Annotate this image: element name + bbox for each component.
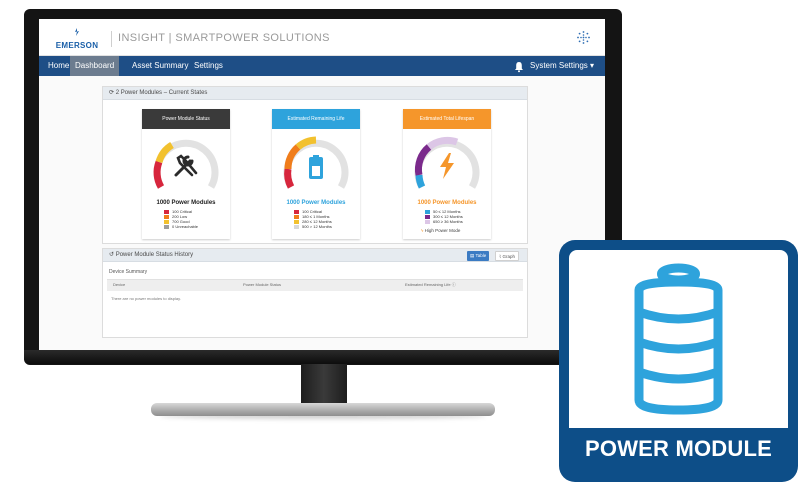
card-header: Estimated Total Lifespan — [403, 109, 491, 129]
legend-item: 650 ≥ 36 Months — [425, 219, 463, 224]
battery-icon — [309, 155, 323, 179]
header-divider — [111, 31, 112, 47]
panel-title: ↺ Power Module Status History — [109, 251, 193, 258]
status-gauge — [153, 139, 219, 189]
remaining-life-gauge — [283, 136, 349, 189]
remaining-life-legend: 100 Critical 180 ≤ 1 Months 280 ≤ 12 Mon… — [294, 209, 332, 229]
emerson-logo-mark-icon — [52, 27, 102, 40]
status-history-title: Power Module Status History — [115, 252, 194, 258]
table-view-button[interactable]: ▤ Table — [467, 251, 490, 261]
history-icon: ↺ — [109, 252, 115, 258]
app-title: INSIGHT | SMARTPOWER SOLUTIONS — [118, 32, 330, 44]
graph-icon: ⌇ — [499, 254, 502, 259]
swatch — [164, 224, 169, 229]
monitor-chin — [24, 350, 622, 364]
system-settings-dropdown[interactable]: System Settings ▾ — [530, 56, 594, 76]
card-count: 1000 Power Modules — [156, 200, 216, 206]
lifespan-legend: 50 ≤ 12 Months 300 ≤ 12 Months 650 ≥ 36 … — [425, 209, 463, 224]
card-header: Estimated Remaining Life — [272, 109, 360, 129]
panel-header: ↺ Power Module Status History ▤ Table ⌇ … — [103, 249, 527, 262]
graph-view-button[interactable]: ⌇ Graph — [495, 251, 519, 261]
nav-asset-summary[interactable]: Asset Summary — [127, 56, 193, 76]
high-power-mode: ϟ High Power Mode — [421, 228, 461, 233]
main-nav: Home Dashboard Asset Summary Settings Sy… — [39, 56, 605, 76]
tile-label: POWER MODULE — [585, 436, 772, 461]
tile-icon-area — [569, 250, 788, 428]
column-estimated-remaining-life[interactable]: Estimated Remaining Life ⓘ — [405, 282, 456, 288]
lightning-icon — [440, 153, 454, 179]
monitor-stand-base — [151, 403, 495, 416]
empty-table-message: There are no power modules to display. — [111, 296, 181, 301]
lifespan-gauge — [414, 136, 480, 189]
tools-icon — [174, 154, 198, 177]
card-power-module-status[interactable]: Power Module Status 1000 Power Modules 1… — [142, 109, 230, 239]
table-icon: ▤ — [470, 253, 475, 258]
panel-title: ⟳ 2 Power Modules – Current States — [109, 89, 207, 96]
refresh-icon: ⟳ — [109, 90, 115, 96]
globe-icon[interactable] — [576, 30, 591, 45]
table-header: Device Power Module Status Estimated Rem… — [107, 280, 523, 291]
card-estimated-remaining-life[interactable]: Estimated Remaining Life 1000 Power Modu… — [272, 109, 360, 239]
column-power-module-status[interactable]: Power Module Status — [243, 282, 281, 287]
lightning-small-icon: ϟ — [421, 228, 424, 233]
nav-dashboard[interactable]: Dashboard — [70, 56, 120, 76]
status-history-panel: ↺ Power Module Status History ▤ Table ⌇ … — [102, 248, 528, 338]
card-estimated-total-lifespan[interactable]: Estimated Total Lifespan 1000 Power Modu… — [403, 109, 491, 239]
info-icon[interactable]: ⓘ — [452, 282, 456, 287]
legend-item: 0 Unreachable — [164, 224, 198, 229]
swatch — [294, 224, 299, 229]
nav-settings[interactable]: Settings — [189, 56, 228, 76]
swatch — [425, 219, 430, 224]
emerson-logo[interactable]: EMERSON — [52, 27, 102, 51]
bell-icon[interactable] — [514, 60, 524, 73]
card-header: Power Module Status — [142, 109, 230, 129]
device-summary-heading: Device Summary — [109, 269, 148, 275]
monitor-stand-neck — [301, 364, 347, 408]
logo-text: EMERSON — [55, 41, 99, 50]
panel-header: ⟳ 2 Power Modules – Current States — [103, 87, 527, 100]
column-device[interactable]: Device — [113, 282, 125, 287]
current-states-panel: ⟳ 2 Power Modules – Current States Power… — [102, 86, 528, 244]
status-legend: 100 Critical 200 Low 700 Good 0 Unreacha… — [164, 209, 198, 229]
monitor-screen: EMERSON INSIGHT | SMARTPOWER SOLUTIONS H… — [39, 19, 605, 350]
current-states-title: 2 Power Modules – Current States — [115, 90, 208, 96]
card-count: 1000 Power Modules — [286, 200, 346, 206]
legend-item: 500 > 12 Months — [294, 224, 332, 229]
battery-icon — [634, 263, 723, 415]
app-header: EMERSON INSIGHT | SMARTPOWER SOLUTIONS — [39, 19, 605, 56]
marketing-composite: EMERSON INSIGHT | SMARTPOWER SOLUTIONS H… — [0, 0, 804, 486]
power-module-tile: POWER MODULE — [559, 240, 798, 482]
card-count: 1000 Power Modules — [417, 200, 477, 206]
